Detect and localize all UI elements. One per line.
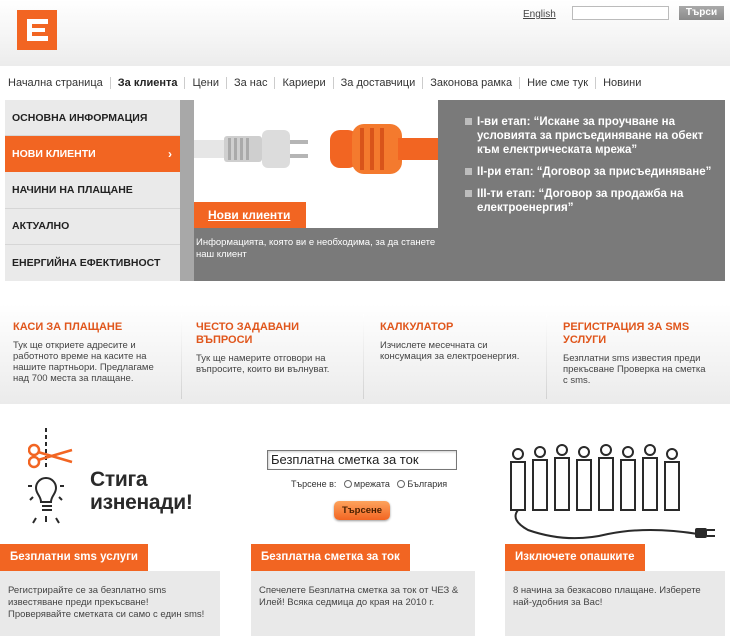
side-item-label: НОВИ КЛИЕНТИ (12, 147, 96, 160)
side-item-label: ЕНЕРГИЙНА ЕФЕКТИВНОСТ (12, 256, 161, 269)
side-item-label: НАЧИНИ НА ПЛАЩАНЕ (12, 183, 133, 196)
side-menu: ОСНОВНА ИНФОРМАЦИЯ НОВИ КЛИЕНТИ › НАЧИНИ … (5, 100, 180, 281)
side-item-label: АКТУАЛНО (12, 220, 70, 233)
radio-bulgaria[interactable] (397, 480, 406, 488)
quick-link-text: Безплатни sms известия преди прекъсване … (563, 353, 706, 386)
promo-free-bill: Безплатна сметка за ток Търсене в: мрежа… (251, 416, 475, 636)
scissors-bulb-icon (28, 428, 73, 524)
main-nav: Начална страница За клиента Цени За нас … (0, 66, 730, 100)
quick-link-sms-registration[interactable]: РЕГИСТРАЦИЯ ЗА SMS УСЛУГИ Безплатни sms … (547, 304, 730, 404)
quick-link-pay-desks[interactable]: КАСИ ЗА ПЛАЩАНЕ Тук ще откриете адресите… (0, 304, 182, 404)
nav-item-careers[interactable]: Кариери (274, 77, 332, 89)
quick-link-title[interactable]: РЕГИСТРАЦИЯ ЗА SMS УСЛУГИ (563, 321, 710, 347)
square-bullet-icon (465, 190, 472, 197)
step-label: I-ви етап: “Искане за проучване на услов… (477, 116, 704, 156)
step-label: II-ри етап: “Договор за присъединяване” (477, 166, 712, 178)
nav-item-prices[interactable]: Цени (184, 77, 225, 89)
quick-links: КАСИ ЗА ПЛАЩАНЕ Тук ще откриете адресите… (0, 304, 730, 404)
quick-link-title[interactable]: КАЛКУЛАТОР (380, 321, 533, 334)
promo-text-sms: Регистрирайте се за безплатно sms извест… (0, 571, 220, 636)
english-link[interactable]: English (523, 9, 556, 20)
search-button[interactable]: Търси (679, 6, 724, 20)
side-item-basic-info[interactable]: ОСНОВНА ИНФОРМАЦИЯ (5, 100, 180, 137)
step-item[interactable]: III-ти етап: “Договор за продажба на еле… (465, 187, 723, 215)
quick-link-text: Изчислете месечната си консумация за еле… (380, 340, 520, 362)
cez-logo[interactable] (17, 10, 57, 50)
quick-link-faq[interactable]: ЧЕСТО ЗАДАВАНИ ВЪПРОСИ Тук ще намерите о… (182, 304, 364, 404)
radio-label: мрежата (353, 479, 390, 489)
square-bullet-icon (465, 168, 472, 175)
square-bullet-icon (465, 118, 472, 125)
quick-link-text: Тук ще намерите отговори на въпросите, к… (196, 353, 330, 375)
quick-link-calculator[interactable]: КАЛКУЛАТОР Изчислете месечната си консум… (364, 304, 547, 404)
side-item-label: ОСНОВНА ИНФОРМАЦИЯ (12, 111, 148, 124)
side-item-energy-efficiency[interactable]: ЕНЕРГИЙНА ЕФЕКТИВНОСТ (5, 245, 180, 281)
nav-item-home[interactable]: Начална страница (8, 77, 110, 89)
chevron-right-icon: › (168, 147, 172, 162)
search-scope: Търсене в: мрежата България (291, 479, 447, 489)
plug-socket-icon (194, 124, 438, 174)
queue-people-icon (510, 444, 715, 540)
hero-image: Нови клиенти (194, 100, 438, 228)
radio-network[interactable] (343, 480, 352, 488)
page-header: English Търси (0, 0, 730, 66)
side-item-new-clients[interactable]: НОВИ КЛИЕНТИ › (5, 136, 180, 173)
step-label: III-ти етап: “Договор за продажба на еле… (477, 188, 684, 214)
side-item-current[interactable]: АКТУАЛНО (5, 209, 180, 245)
promo-text-queues: 8 начина за безкасово плащане. Изберете … (505, 571, 725, 636)
radio-label: България (407, 479, 448, 489)
nav-item-legal[interactable]: Законова рамка (422, 77, 519, 89)
hero-caption: Информацията, която ви е необходима, за … (196, 237, 436, 260)
nav-item-news[interactable]: Новини (595, 77, 648, 89)
nav-item-about[interactable]: За нас (225, 77, 275, 89)
promo-tag-bill[interactable]: Безплатна сметка за ток (251, 544, 410, 571)
steps-list: I-ви етап: “Искане за проучване на услов… (465, 115, 723, 223)
banner-divider (180, 100, 194, 281)
step-item[interactable]: I-ви етап: “Искане за проучване на услов… (465, 115, 723, 157)
search-input[interactable] (572, 6, 669, 20)
step-item[interactable]: II-ри етап: “Договор за присъединяване” (465, 165, 723, 179)
quick-link-title[interactable]: КАСИ ЗА ПЛАЩАНЕ (13, 321, 168, 334)
hero-banner: ОСНОВНА ИНФОРМАЦИЯ НОВИ КЛИЕНТИ › НАЧИНИ … (5, 100, 725, 281)
quick-link-title[interactable]: ЧЕСТО ЗАДАВАНИ ВЪПРОСИ (196, 321, 350, 347)
promo-text-bill: Спечелете Безплатна сметка за ток от ЧЕЗ… (251, 571, 475, 636)
search-scope-label: Търсене в: (291, 479, 337, 489)
side-item-payment-methods[interactable]: НАЧИНИ НА ПЛАЩАНЕ (5, 172, 180, 209)
promo-headline: Стига изненади! (90, 468, 193, 514)
nav-item-suppliers[interactable]: За доставчици (332, 77, 423, 89)
headline-line: Стига (90, 468, 148, 491)
promo-queues: Изключете опашките 8 начина за безкасово… (505, 416, 725, 636)
headline-line: изненади! (90, 491, 193, 514)
nav-item-for-client[interactable]: За клиента (109, 77, 185, 89)
new-clients-button[interactable]: Нови клиенти (194, 202, 306, 228)
nav-item-locations[interactable]: Ние сме тук (519, 77, 595, 89)
quick-link-text: Тук ще откриете адресите и работното вре… (13, 340, 154, 384)
promo-search-input[interactable]: Безплатна сметка за ток (267, 450, 457, 470)
promo-search-button[interactable]: Търсене (334, 501, 390, 520)
promo-sms: Стига изненади! Безплатни sms услуги Рег… (0, 416, 220, 636)
promo-tag-sms[interactable]: Безплатни sms услуги (0, 544, 148, 571)
promo-tag-queues[interactable]: Изключете опашките (505, 544, 645, 571)
